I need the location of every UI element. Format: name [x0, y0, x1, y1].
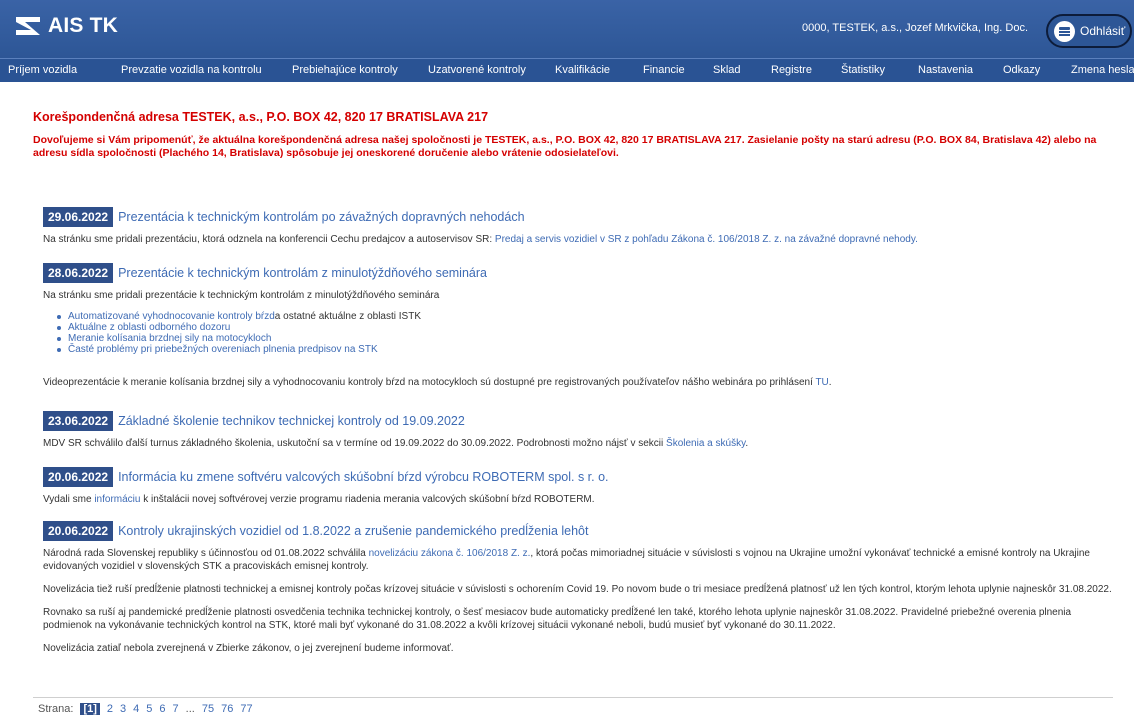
nav-financie[interactable]: Financie [643, 64, 685, 76]
news-text: Na stránku sme pridali prezentáciu, ktor… [43, 233, 1113, 246]
pagination: Strana: [1] 2 3 4 5 6 7 ... 75 76 77 [38, 703, 253, 715]
news-text-part: . [745, 438, 749, 449]
page-link[interactable]: 76 [221, 703, 233, 715]
brand[interactable]: AIS TK [14, 14, 118, 38]
logout-button[interactable]: Odhlásiť [1046, 14, 1132, 48]
news-title-link[interactable]: Prezentácie k technickým kontrolám z min… [118, 266, 487, 280]
notice-title: Korešpondenčná adresa TESTEK, a.s., P.O.… [33, 110, 489, 124]
bullet-icon [57, 314, 61, 319]
nav-nastavenia[interactable]: Nastavenia [918, 64, 973, 76]
list-item: Aktuálne z oblasti odborného dozoru [57, 322, 1113, 333]
news-text: MDV SR schválilo ďalší turnus základného… [43, 437, 1113, 450]
bullet-icon [57, 336, 61, 341]
nav-kvalifikacie[interactable]: Kvalifikácie [555, 64, 610, 76]
news-item: 20.06.2022 Kontroly ukrajinských vozidie… [43, 521, 1113, 655]
news-title-link[interactable]: Základné školenie technikov technickej k… [118, 414, 465, 428]
page-current[interactable]: [1] [80, 703, 100, 715]
page-link[interactable]: 2 [107, 703, 113, 715]
nav-zmena-hesla[interactable]: Zmena hesla [1071, 64, 1134, 76]
page-link[interactable]: 4 [133, 703, 139, 715]
news-text-part: Národná rada Slovenskej republiky s účin… [43, 548, 369, 559]
page-link[interactable]: 6 [159, 703, 165, 715]
main-navigation: Príjem vozidla Prevzatie vozidla na kont… [0, 58, 1134, 82]
news-inline-link[interactable]: Školenia a skúšky [666, 438, 745, 449]
news-date: 20.06.2022 [43, 467, 114, 487]
nav-prevzatie-vozidla[interactable]: Prevzatie vozidla na kontrolu [121, 64, 262, 76]
pager-label: Strana: [38, 703, 74, 715]
nav-uzatvorene-kontroly[interactable]: Uzatvorené kontroly [428, 64, 526, 76]
page-ellipsis: ... [185, 703, 195, 715]
nav-odkazy[interactable]: Odkazy [1003, 64, 1040, 76]
presentation-list: Automatizované vyhodnocovanie kontroly b… [57, 311, 1113, 355]
pager-divider [33, 697, 1113, 698]
news-date: 20.06.2022 [43, 521, 114, 541]
news-text: Novelizácia tiež ruší predĺženie platnos… [43, 584, 1112, 595]
nav-prebiehajuce-kontroly[interactable]: Prebiehajúce kontroly [292, 64, 398, 76]
news-title-link[interactable]: Prezentácia k technickým kontrolám po zá… [118, 210, 524, 224]
page-link[interactable]: 77 [240, 703, 252, 715]
news-inline-link[interactable]: Predaj a servis vozidiel v SR z pohľadu … [495, 234, 918, 245]
presentation-link[interactable]: Meranie kolísania brzdnej sily na motocy… [68, 333, 271, 344]
news-item: 29.06.2022 Prezentácia k technickým kont… [43, 207, 1113, 246]
nav-registre[interactable]: Registre [771, 64, 812, 76]
list-item: Meranie kolísania brzdnej sily na motocy… [57, 333, 1113, 344]
news-item: 23.06.2022 Základné školenie technikov t… [43, 411, 1113, 450]
logged-user-info: 0000, TESTEK, a.s., Jozef Mrkvička, Ing.… [802, 22, 1028, 34]
brand-name: AIS TK [48, 14, 119, 37]
page-link[interactable]: 7 [173, 703, 179, 715]
nav-prijem-vozidla[interactable]: Príjem vozidla [8, 64, 77, 76]
news-text-part: MDV SR schválilo ďalší turnus základného… [43, 438, 667, 449]
nav-statistiky[interactable]: Štatistiky [841, 64, 885, 76]
news-text: Národná rada Slovenskej republiky s účin… [43, 547, 1113, 573]
list-item: Automatizované vyhodnocovanie kontroly b… [57, 311, 1113, 322]
logout-label: Odhlásiť [1080, 24, 1126, 38]
news-inline-link[interactable]: novelizáciu zákona č. 106/2018 Z. z. [369, 548, 531, 559]
bullet-icon [57, 347, 61, 352]
news-text-part: k inštalácii novej softvérovej verzie pr… [140, 494, 595, 505]
login-here-link[interactable]: TU [815, 377, 828, 388]
page-link[interactable]: 5 [146, 703, 152, 715]
news-text: Na stránku sme pridali prezentácie k tec… [43, 290, 440, 301]
news-text-part: Vydali sme [43, 494, 95, 505]
logout-icon [1054, 20, 1075, 42]
news-text-part: Na stránku sme pridali prezentáciu, ktor… [43, 234, 495, 245]
news-text: Novelizácia zatiaľ nebola zverejnená v Z… [43, 643, 454, 654]
news-date: 29.06.2022 [43, 207, 114, 227]
page-link[interactable]: 75 [202, 703, 214, 715]
news-text-part: Videoprezentácie k meranie kolísania brz… [43, 377, 816, 388]
news-text: Vydali sme informáciu k inštalácii novej… [43, 493, 1113, 506]
app-header: AIS TK 0000, TESTEK, a.s., Jozef Mrkvičk… [0, 0, 1134, 58]
list-item-text: a ostatné aktuálne z oblasti ISTK [274, 311, 421, 322]
news-text-part: . [828, 377, 832, 388]
nav-sklad[interactable]: Sklad [713, 64, 741, 76]
news-inline-link[interactable]: informáciu [94, 494, 140, 505]
news-date: 23.06.2022 [43, 411, 114, 431]
notice-body: Dovoľujeme si Vám pripomenúť, že aktuáln… [33, 134, 1097, 159]
presentation-link[interactable]: Automatizované vyhodnocovanie kontroly b… [68, 311, 275, 322]
news-item: 28.06.2022 Prezentácie k technickým kont… [43, 263, 1113, 389]
news-title-link[interactable]: Kontroly ukrajinských vozidiel od 1.8.20… [118, 524, 588, 538]
ais-logo-icon [16, 17, 40, 35]
news-text: Rovnako sa ruší aj pandemické predĺženie… [43, 607, 1072, 631]
list-item: Časté problémy pri priebežných overeniac… [57, 344, 1113, 355]
presentation-link[interactable]: Časté problémy pri priebežných overeniac… [68, 344, 378, 355]
news-title-link[interactable]: Informácia ku zmene softvéru valcových s… [118, 470, 608, 484]
news-item: 20.06.2022 Informácia ku zmene softvéru … [43, 467, 1113, 506]
presentation-link[interactable]: Aktuálne z oblasti odborného dozoru [68, 322, 230, 333]
page-link[interactable]: 3 [120, 703, 126, 715]
news-date: 28.06.2022 [43, 263, 114, 283]
news-text: Videoprezentácie k meranie kolísania brz… [43, 376, 1113, 389]
bullet-icon [57, 325, 61, 330]
